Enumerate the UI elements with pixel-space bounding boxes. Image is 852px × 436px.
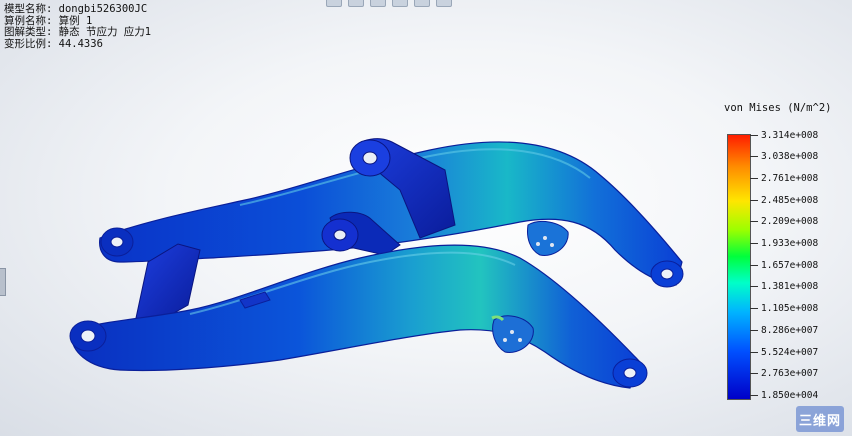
legend-tick: 1.381e+008 <box>750 281 818 292</box>
legend-tick: 3.038e+008 <box>750 151 818 162</box>
legend-tick: 2.209e+008 <box>750 216 818 227</box>
legend-tick: 8.286e+007 <box>750 325 818 336</box>
legend-tick: 2.763e+007 <box>750 368 818 379</box>
site-watermark-logo: 三维网 <box>796 406 844 432</box>
legend-tick: 1.933e+008 <box>750 238 818 249</box>
legend-tick: 2.485e+008 <box>750 195 818 206</box>
legend-tick: 1.850e+004 <box>750 390 818 401</box>
legend-tick: 1.657e+008 <box>750 260 818 271</box>
fea-stress-model[interactable] <box>0 0 852 436</box>
legend-title: von Mises (N/m^2) <box>724 102 832 114</box>
legend-tick: 3.314e+008 <box>750 130 818 141</box>
legend-tick: 5.524e+007 <box>750 347 818 358</box>
legend-tick: 1.105e+008 <box>750 303 818 314</box>
legend-tick: 2.761e+008 <box>750 173 818 184</box>
legend-ticks: 3.314e+008 3.038e+008 2.761e+008 2.485e+… <box>750 130 830 401</box>
graphics-viewport[interactable]: 模型名称: dongbi526300JC 算例名称: 算例 1 图解类型: 静态… <box>0 0 852 436</box>
panel-expand-handle[interactable] <box>0 268 6 296</box>
stress-colorbar <box>727 134 751 400</box>
watermark-text: 三维网 <box>798 413 841 429</box>
